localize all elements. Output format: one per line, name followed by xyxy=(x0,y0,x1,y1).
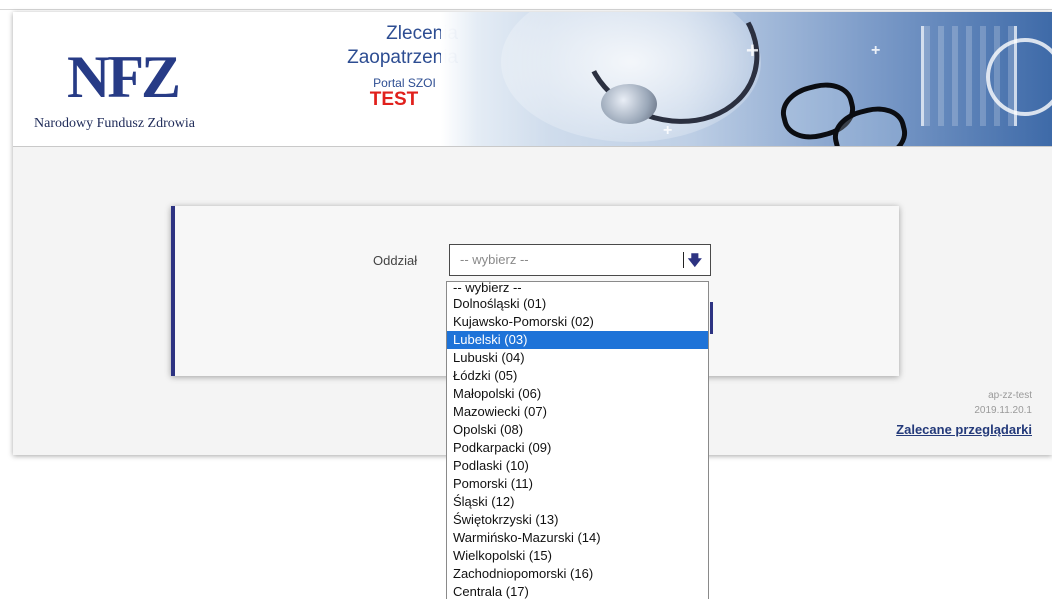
branch-select-value: -- wybierz -- xyxy=(460,252,529,267)
plus-icon: + xyxy=(746,38,759,63)
header: NFZ Narodowy Fundusz Zdrowia Zlecenia Za… xyxy=(13,12,1052,147)
dropdown-option[interactable]: Świętokrzyski (13) xyxy=(447,511,708,529)
app-title: Zlecenia Zaopatrzenia Portal SZOI TEST xyxy=(283,22,458,110)
title-line-2: Zaopatrzenia xyxy=(347,47,458,68)
stethoscope-head-illustration xyxy=(601,84,657,124)
logo-text: Narodowy Fundusz Zdrowia xyxy=(34,116,195,131)
dropdown-option[interactable]: Podkarpacki (09) xyxy=(447,439,708,457)
dropdown-option[interactable]: Kujawsko-Pomorski (02) xyxy=(447,313,708,331)
select-separator xyxy=(683,252,684,268)
dropdown-option[interactable]: Zachodniopomorski (16) xyxy=(447,565,708,583)
branch-select[interactable]: -- wybierz -- 🡇 xyxy=(449,244,711,276)
plus-icon: + xyxy=(663,122,673,139)
logo-mark: NFZ xyxy=(67,44,181,110)
arrow-down-icon[interactable]: 🡇 xyxy=(688,245,702,275)
dropdown-option[interactable]: Łódzki (05) xyxy=(447,367,708,385)
branch-dropdown-list[interactable]: -- wybierz -- Dolnośląski (01) Kujawsko-… xyxy=(446,281,709,599)
nfz-logo[interactable]: NFZ Narodowy Fundusz Zdrowia xyxy=(34,44,234,131)
dropdown-option[interactable]: Małopolski (06) xyxy=(447,385,708,403)
header-banner-image: + + + xyxy=(441,12,1052,146)
dropdown-option[interactable]: Śląski (12) xyxy=(447,493,708,511)
version-info: ap-zz-test 2019.11.20.1 xyxy=(974,388,1032,418)
dropdown-option[interactable]: Opolski (08) xyxy=(447,421,708,439)
dropdown-option[interactable]: Dolnośląski (01) xyxy=(447,295,708,313)
plus-icon: + xyxy=(871,42,881,59)
version-number: 2019.11.20.1 xyxy=(974,405,1032,416)
portal-label: Portal SZOI xyxy=(373,76,436,90)
submit-button-edge[interactable] xyxy=(710,302,713,334)
env-name: ap-zz-test xyxy=(988,390,1032,401)
dropdown-option[interactable]: Podlaski (10) xyxy=(447,457,708,475)
env-badge: TEST xyxy=(369,89,419,110)
branch-label: Oddział xyxy=(373,253,418,268)
browser-top-edge xyxy=(0,0,1052,10)
dropdown-option[interactable]: Lubuski (04) xyxy=(447,349,708,367)
recommended-browsers-link[interactable]: Zalecane przeglądarki xyxy=(896,422,1032,437)
dropdown-option[interactable]: Pomorski (11) xyxy=(447,475,708,493)
title-line-1: Zlecenia xyxy=(386,23,458,44)
dropdown-option[interactable]: Wielkopolski (15) xyxy=(447,547,708,565)
dropdown-option[interactable]: -- wybierz -- xyxy=(447,282,708,295)
dropdown-option[interactable]: Warmińsko-Mazurski (14) xyxy=(447,529,708,547)
dropdown-option[interactable]: Centrala (17) xyxy=(447,583,708,599)
dropdown-option-highlighted[interactable]: Lubelski (03) xyxy=(447,331,708,349)
dropdown-option[interactable]: Mazowiecki (07) xyxy=(447,403,708,421)
